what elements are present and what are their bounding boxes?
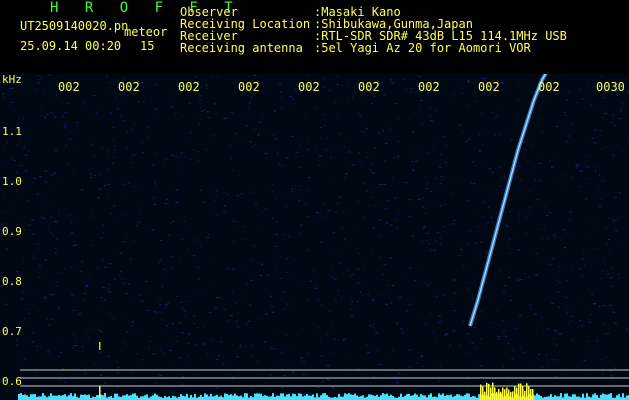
antenna-label: Receiving antenna bbox=[180, 41, 303, 55]
x-tick: 002 bbox=[418, 80, 440, 94]
marker-tick bbox=[99, 386, 101, 398]
y-tick-1-0: 1.0 bbox=[2, 175, 22, 188]
x-tick: 002 bbox=[238, 80, 260, 94]
file-name: UT2509140020.pn bbox=[20, 19, 129, 33]
x-tick: 002 bbox=[118, 80, 140, 94]
detection-count: 15 bbox=[140, 39, 155, 53]
marker-tick bbox=[99, 342, 101, 350]
y-tick-0-6: 0.6 bbox=[2, 375, 22, 388]
x-tick: 002 bbox=[58, 80, 80, 94]
x-tick: 002 bbox=[478, 80, 500, 94]
x-tick: 002 bbox=[358, 80, 380, 94]
y-tick-1-1: 1.1 bbox=[2, 125, 22, 138]
type-label: meteor bbox=[124, 25, 168, 39]
antenna-value: :5el Yagi Az 20 for Aomori VOR bbox=[314, 41, 531, 55]
capture-datetime: 25.09.14 00:20 bbox=[20, 39, 122, 53]
x-tick: 002 bbox=[178, 80, 200, 94]
spectrogram-background bbox=[0, 74, 629, 400]
y-tick-0-8: 0.8 bbox=[2, 275, 22, 288]
x-tick: 0030 bbox=[596, 80, 625, 94]
y-tick-0-7: 0.7 bbox=[2, 325, 22, 338]
y-tick-0-9: 0.9 bbox=[2, 225, 22, 238]
unit-label: kHz bbox=[2, 73, 22, 86]
x-tick: 002 bbox=[298, 80, 320, 94]
x-tick: 002 bbox=[538, 80, 560, 94]
hrofft-screen: H R O F F T UT2509140020.pn meteor 25.09… bbox=[0, 0, 629, 400]
spectrogram bbox=[0, 74, 629, 400]
